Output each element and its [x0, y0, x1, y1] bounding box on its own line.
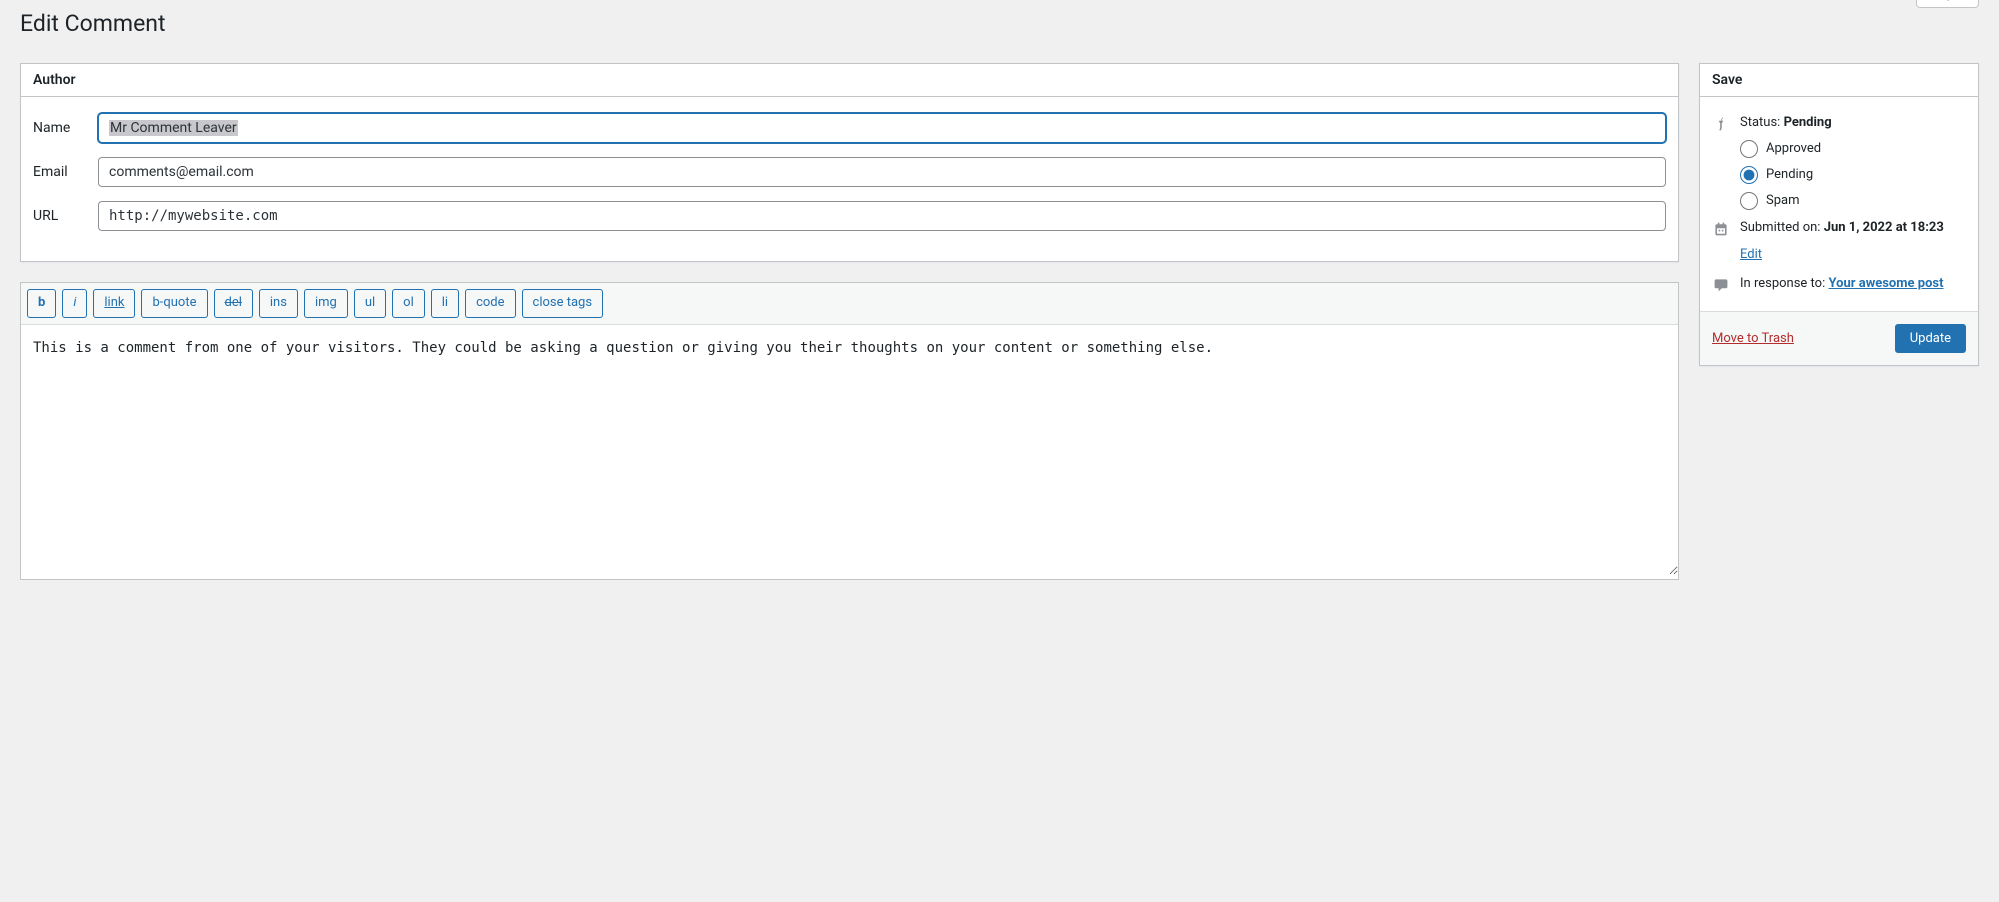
pushpin-icon	[1712, 115, 1730, 132]
status-text: Status: Pending	[1740, 115, 1832, 130]
status-radio-approved[interactable]: Approved	[1740, 140, 1966, 158]
comment-editor-panel: b i link b-quote del ins img ul ol li co…	[20, 282, 1679, 580]
author-panel-title: Author	[21, 64, 1678, 97]
help-tab-button[interactable]: Help ▼	[1916, 0, 1979, 8]
editor-italic-button[interactable]: i	[62, 289, 87, 318]
status-radio-pending-input[interactable]	[1740, 166, 1758, 184]
author-panel: Author Name Mr Comment Leaver Email URL	[20, 63, 1679, 262]
in-response-text: In response to: Your awesome post	[1740, 276, 1944, 291]
editor-link-button[interactable]: link	[93, 289, 135, 318]
name-value-selected: Mr Comment Leaver	[109, 120, 238, 136]
editor-img-button[interactable]: img	[304, 289, 348, 318]
name-field[interactable]: Mr Comment Leaver	[98, 113, 1666, 143]
comment-bubble-icon	[1712, 276, 1730, 293]
quicktags-toolbar: b i link b-quote del ins img ul ol li co…	[21, 283, 1678, 325]
status-radio-spam-input[interactable]	[1740, 192, 1758, 210]
move-to-trash-link[interactable]: Move to Trash	[1712, 331, 1794, 346]
url-field[interactable]	[98, 201, 1666, 231]
editor-bquote-button[interactable]: b-quote	[141, 289, 207, 318]
response-post-link[interactable]: Your awesome post	[1828, 276, 1943, 291]
editor-ins-button[interactable]: ins	[259, 289, 298, 318]
save-panel-title: Save	[1700, 64, 1978, 97]
editor-ul-button[interactable]: ul	[354, 289, 386, 318]
editor-close-tags-button[interactable]: close tags	[522, 289, 604, 318]
calendar-icon	[1712, 220, 1730, 237]
editor-bold-button[interactable]: b	[27, 289, 56, 318]
help-tab-label: Help	[1927, 0, 1954, 2]
status-radio-group: Approved Pending Spam	[1740, 140, 1966, 210]
comment-content-textarea[interactable]: This is a comment from one of your visit…	[21, 325, 1678, 575]
status-radio-pending[interactable]: Pending	[1740, 166, 1966, 184]
url-label: URL	[33, 208, 98, 224]
status-radio-spam[interactable]: Spam	[1740, 192, 1966, 210]
submitted-text: Submitted on: Jun 1, 2022 at 18:23	[1740, 220, 1944, 235]
name-label: Name	[33, 120, 98, 136]
email-field[interactable]	[98, 157, 1666, 187]
save-panel: Save Status: Pending Approved	[1699, 63, 1979, 366]
editor-ol-button[interactable]: ol	[392, 289, 425, 318]
email-label: Email	[33, 164, 98, 180]
editor-del-button[interactable]: del	[214, 289, 253, 318]
edit-date-link[interactable]: Edit	[1740, 247, 1762, 262]
editor-li-button[interactable]: li	[431, 289, 459, 318]
status-radio-approved-input[interactable]	[1740, 140, 1758, 158]
page-title: Edit Comment	[20, 0, 166, 43]
editor-code-button[interactable]: code	[465, 289, 515, 318]
update-button[interactable]: Update	[1895, 324, 1966, 353]
